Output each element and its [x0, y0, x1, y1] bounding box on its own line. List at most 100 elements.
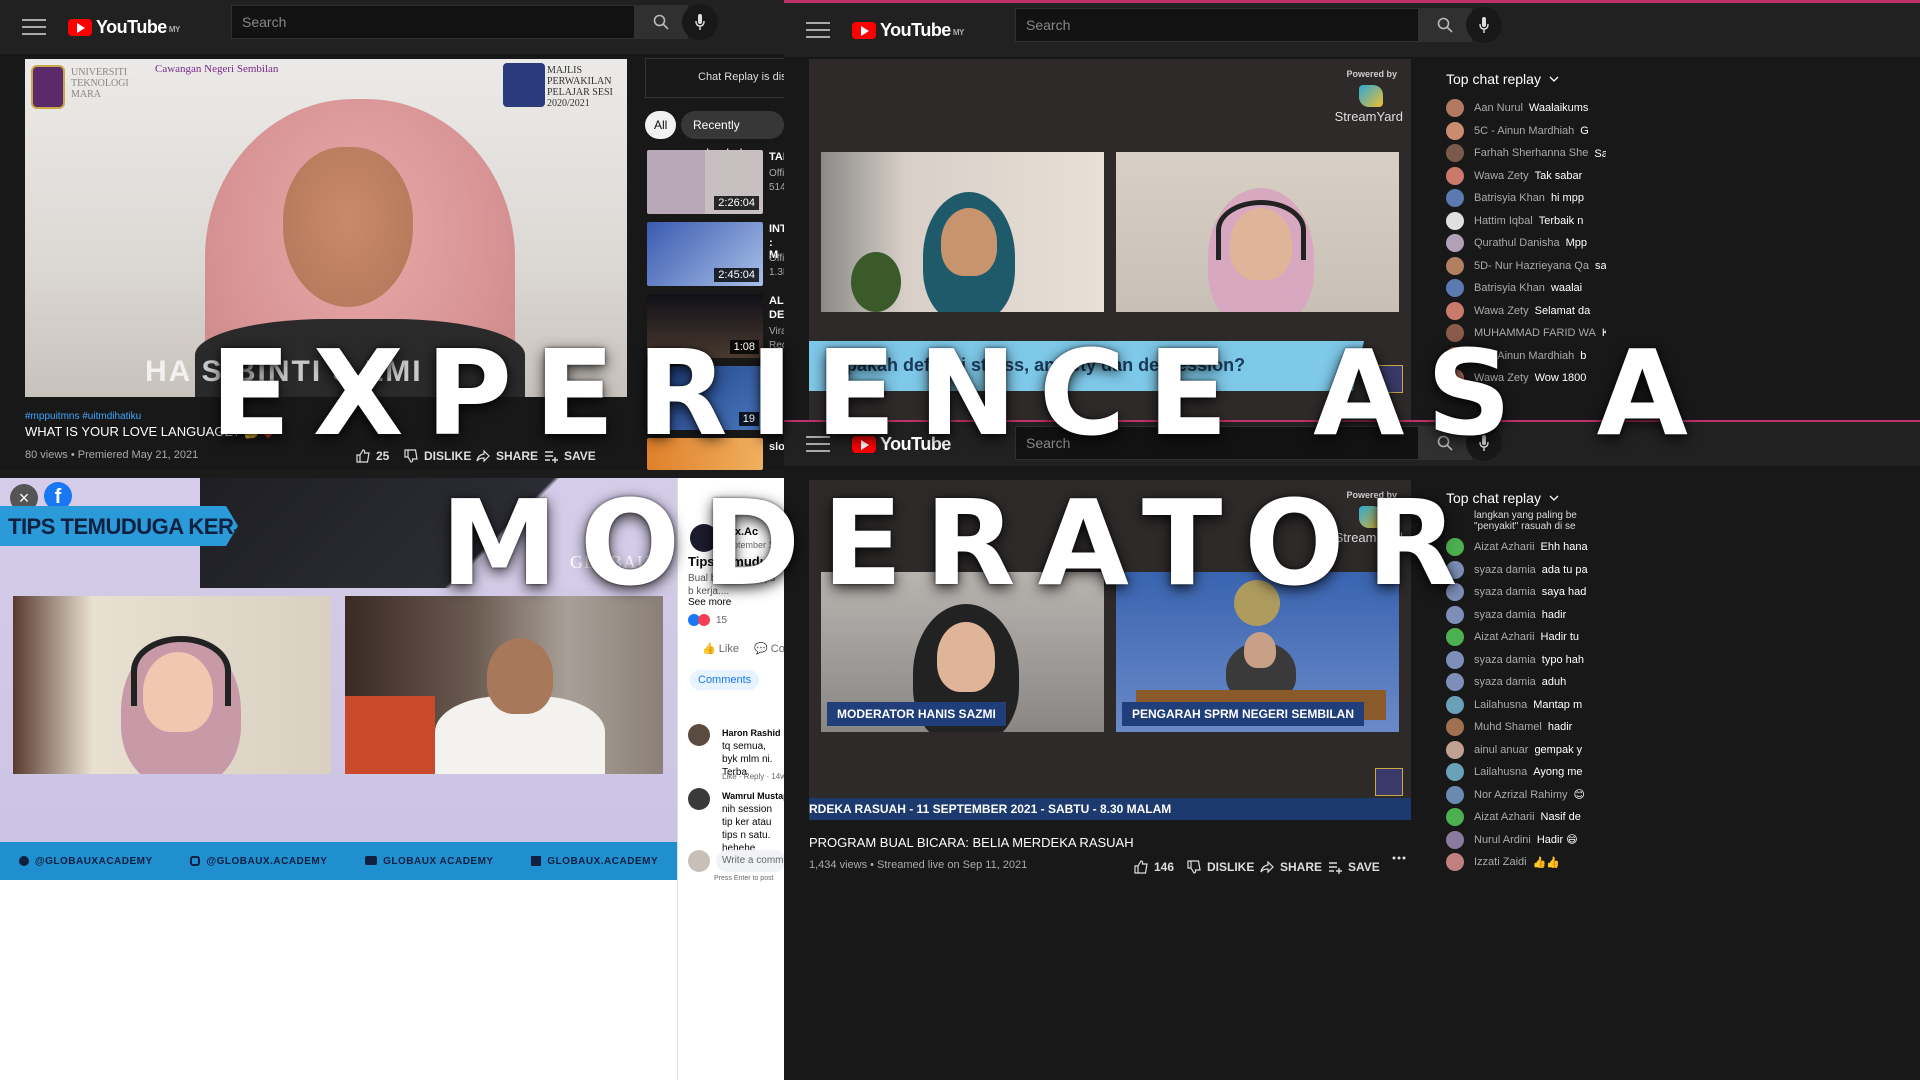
chat-author[interactable]: Qurathul Danisha	[1474, 237, 1560, 249]
fb-comment-button[interactable]: 💬 Cor	[754, 642, 784, 655]
comment-meta[interactable]: Like · Reply · 14w	[722, 772, 784, 781]
chat-author[interactable]: Farhah Sherhanna She	[1474, 147, 1588, 159]
chat-text: Sabah hadir!! 🥰	[1594, 147, 1606, 160]
search-button[interactable]	[1418, 8, 1472, 42]
avatar[interactable]	[1446, 853, 1464, 872]
avatar[interactable]	[1446, 166, 1464, 185]
avatar[interactable]	[1446, 808, 1464, 827]
chat-author[interactable]: ainul anuar	[1474, 744, 1528, 756]
search-input[interactable]: Search	[231, 5, 637, 39]
avatar[interactable]	[1446, 144, 1464, 163]
streamyard-logo-icon	[1359, 85, 1383, 107]
chat-author[interactable]: Batrisyia Khan	[1474, 192, 1545, 204]
press-enter-hint: Press Enter to post	[714, 875, 774, 882]
chat-author[interactable]: syaza damia	[1474, 654, 1536, 666]
avatar[interactable]	[1446, 740, 1464, 759]
chat-author[interactable]: 5C - Ainun Mardhiah	[1474, 125, 1574, 137]
chat-author[interactable]: Nor Azrizal Rahimy	[1474, 789, 1568, 801]
comment-avatar[interactable]	[688, 724, 710, 746]
avatar[interactable]	[1446, 279, 1464, 298]
chat-author[interactable]: Nurul Ardini	[1474, 834, 1531, 846]
chat-author[interactable]: Aizat Azharii	[1474, 811, 1535, 823]
comment-composer-avatar	[688, 850, 710, 872]
headset	[131, 636, 231, 706]
comment-author[interactable]: Haron Rashid	[722, 728, 781, 738]
guest-name-tag: PENGARAH SPRM NEGERI SEMBILAN	[1122, 702, 1365, 726]
chat-text: Hadir 😄	[1536, 834, 1578, 847]
mic-button[interactable]	[682, 4, 718, 40]
avatar[interactable]	[1446, 189, 1464, 208]
share-button[interactable]: SHARE	[1260, 860, 1322, 874]
playlist-add-icon	[1329, 862, 1342, 874]
moderator-face	[937, 622, 995, 692]
more-options-button[interactable]	[1392, 856, 1412, 860]
chat-text: Nasif de	[1540, 811, 1581, 824]
chat-message: Aan Nurul Waalaikums	[1446, 97, 1606, 120]
write-comment-input[interactable]: Write a comm	[716, 850, 784, 872]
comment-avatar[interactable]	[688, 788, 710, 810]
menu-icon[interactable]	[22, 19, 46, 35]
chat-message: Batrisyia Khan hi mpp	[1446, 187, 1606, 210]
branch-name: Cawangan Negeri Sembilan	[155, 63, 279, 75]
rec-thumbnail[interactable]: 2:26:04	[647, 150, 763, 214]
avatar[interactable]	[1446, 234, 1464, 253]
avatar[interactable]	[1446, 695, 1464, 714]
comment-text: nih session tip ker atau tips n satu. he…	[722, 804, 773, 854]
chat-author[interactable]: Izzati Zaidi	[1474, 856, 1527, 868]
chat-text: Mantap m	[1533, 698, 1583, 711]
like-button[interactable]: 146	[1134, 860, 1174, 874]
avatar[interactable]	[1446, 211, 1464, 230]
avatar[interactable]	[1446, 99, 1464, 118]
chat-text: gempak y	[1534, 743, 1583, 756]
save-button[interactable]: SAVE	[1328, 860, 1380, 874]
chat-author[interactable]: 5D- Nur Hazrieyana Qa	[1474, 260, 1589, 272]
rec-title[interactable]: ALI	[769, 295, 784, 307]
avatar[interactable]	[1446, 121, 1464, 140]
search-input[interactable]: Search	[1015, 8, 1421, 42]
comment-author[interactable]: Wamrul Mustap	[722, 791, 784, 801]
chip-all[interactable]: All	[645, 111, 677, 139]
fb-like-button[interactable]: 👍 Like	[702, 642, 739, 655]
chat-author[interactable]: syaza damia	[1474, 676, 1536, 688]
avatar[interactable]	[1446, 785, 1464, 804]
youtube-logo[interactable]: YouTube MY	[68, 17, 180, 38]
rec-thumbnail[interactable]: 2:45:04	[647, 222, 763, 286]
menu-icon[interactable]	[806, 22, 830, 38]
chat-author[interactable]: Batrisyia Khan	[1474, 282, 1545, 294]
chat-author[interactable]: Aan Nurul	[1474, 102, 1523, 114]
chat-text: G	[1580, 124, 1589, 137]
chip-recently-uploaded[interactable]: Recently uploaded	[681, 111, 784, 160]
video-views: 1,434 views • Streamed live on Sep 11, 2…	[809, 859, 1028, 871]
avatar[interactable]	[1446, 763, 1464, 782]
social-bar: @GLOBAUXACADEMY @GLOBAUX.ACADEMY GLOBAUX…	[0, 842, 677, 880]
chat-header[interactable]: Top chat replay	[1446, 71, 1559, 87]
avatar[interactable]	[1446, 830, 1464, 849]
avatar[interactable]	[1446, 673, 1464, 692]
chat-author[interactable]: Hattim Iqbal	[1474, 215, 1533, 227]
twitter-handle: @GLOBAUXACADEMY	[18, 856, 153, 867]
avatar[interactable]	[1446, 650, 1464, 669]
avatar[interactable]	[1446, 628, 1464, 647]
chat-author[interactable]: Wawa Zety	[1474, 170, 1529, 182]
search-button[interactable]	[634, 5, 688, 39]
youtube-logo[interactable]: YouTube MY	[852, 20, 964, 41]
mic-button[interactable]	[1466, 7, 1502, 43]
mic-icon	[1479, 17, 1489, 33]
rec-title[interactable]: INT	[769, 223, 784, 235]
comments-tab[interactable]: Comments	[690, 670, 760, 690]
chat-author[interactable]: Aizat Azharii	[1474, 631, 1535, 643]
chat-author[interactable]: Wawa Zety	[1474, 305, 1529, 317]
avatar[interactable]	[1446, 256, 1464, 275]
overlay-title-line1: EXPERIENCE AS A	[210, 324, 1710, 462]
avatar[interactable]	[1446, 718, 1464, 737]
chat-message: Lailahusna Ayong me	[1446, 761, 1606, 784]
chat-author[interactable]: Lailahusna	[1474, 699, 1527, 711]
chat-author[interactable]: Lailahusna	[1474, 766, 1527, 778]
chat-text: Tak sabar	[1534, 169, 1583, 182]
chat-message: Nurul Ardini Hadir 😄	[1446, 829, 1606, 852]
chat-author[interactable]: Muhd Shamel	[1474, 721, 1542, 733]
rec-title[interactable]: TAI	[769, 151, 784, 163]
dislike-button[interactable]: DISLIKE	[1187, 860, 1254, 874]
mpp-name: MAJLIS PERWAKILAN PELAJAR SESI 2020/2021	[547, 65, 613, 109]
moderator-name-tag: MODERATOR HANIS SAZMI	[827, 702, 1006, 726]
